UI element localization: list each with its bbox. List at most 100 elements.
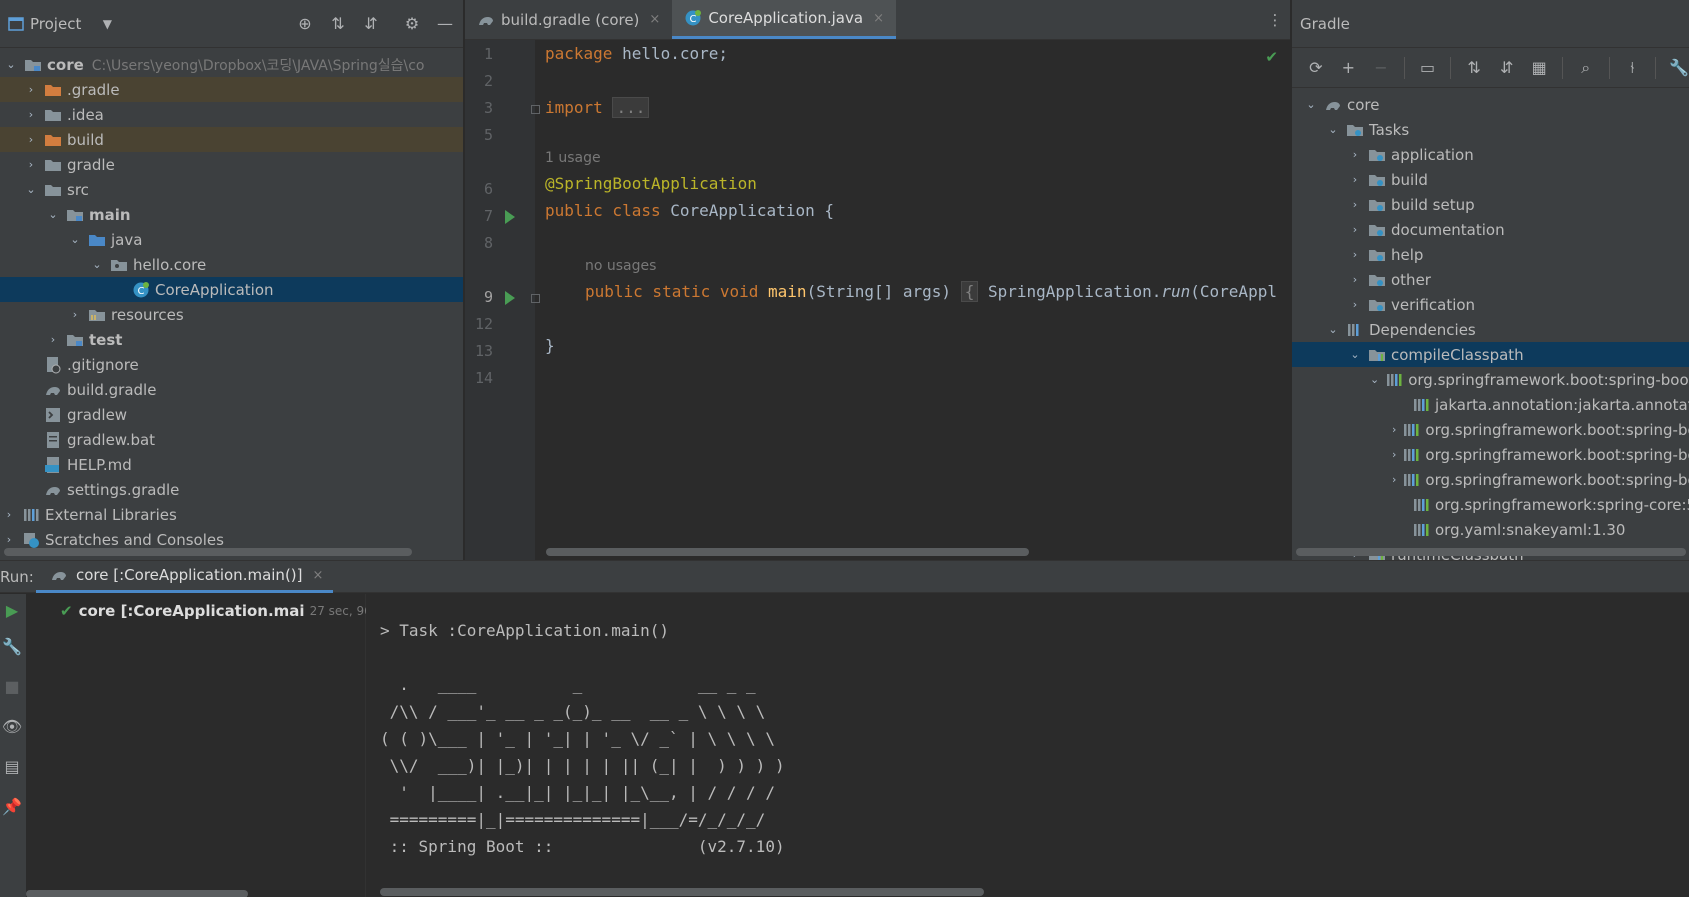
tree-item-main[interactable]: ⌄ main bbox=[0, 202, 463, 227]
tree-item-test[interactable]: › test bbox=[0, 327, 463, 352]
toggle-offline-icon[interactable]: ⫮ bbox=[1623, 58, 1643, 78]
gradle-item-dependency[interactable]: jakarta.annotation:jakarta.annotation- bbox=[1292, 392, 1689, 417]
chevron-right-icon[interactable]: › bbox=[1348, 298, 1362, 312]
collapse-all-icon[interactable]: ⇵ bbox=[361, 14, 381, 34]
chevron-right-icon[interactable]: › bbox=[1392, 473, 1396, 487]
chevron-down-icon[interactable]: ▼ bbox=[97, 14, 117, 34]
gradle-item-dependencies[interactable]: ⌄ Dependencies bbox=[1292, 317, 1689, 342]
chevron-right-icon[interactable]: › bbox=[24, 108, 38, 122]
fold-icon[interactable] bbox=[531, 294, 540, 303]
tree-item-gitignore[interactable]: .gitignore bbox=[0, 352, 463, 377]
chevron-right-icon[interactable]: › bbox=[2, 533, 16, 547]
chevron-down-icon[interactable]: ⌄ bbox=[68, 233, 82, 247]
fold-icon[interactable] bbox=[531, 105, 540, 114]
chevron-down-icon[interactable]: ⌄ bbox=[90, 258, 104, 272]
no-usages-hint[interactable]: no usages bbox=[585, 258, 656, 274]
tree-item-gradlew-bat[interactable]: gradlew.bat bbox=[0, 427, 463, 452]
chevron-right-icon[interactable]: › bbox=[68, 308, 82, 322]
code-line-3[interactable]: import ... bbox=[545, 97, 650, 118]
run-tab-core[interactable]: core [:CoreApplication.main()] × bbox=[36, 561, 334, 593]
tree-item-resources[interactable]: › resources bbox=[0, 302, 463, 327]
gradle-item-dependency[interactable]: › org.springframework.boot:spring-boo bbox=[1292, 417, 1689, 442]
gradle-item-compileclasspath[interactable]: ⌄ compileClasspath bbox=[1292, 342, 1689, 367]
code-line-1[interactable]: package hello.core; bbox=[545, 44, 728, 63]
code-line-6[interactable]: @SpringBootApplication bbox=[545, 174, 757, 193]
chevron-down-icon[interactable]: ⌄ bbox=[4, 58, 18, 72]
gradle-item-dependency[interactable]: › org.springframework.boot:spring-boo bbox=[1292, 467, 1689, 492]
folded-body-open[interactable]: { bbox=[960, 281, 979, 302]
stop-icon[interactable]: ■ bbox=[2, 676, 22, 696]
no-problems-check-icon[interactable]: ✔ bbox=[1265, 48, 1278, 66]
execute-task-icon[interactable]: ▭ bbox=[1418, 58, 1438, 78]
usage-hint[interactable]: 1 usage bbox=[545, 150, 601, 166]
chevron-down-icon[interactable]: ⌄ bbox=[1370, 373, 1379, 387]
chevron-right-icon[interactable]: › bbox=[1392, 448, 1396, 462]
chevron-right-icon[interactable]: › bbox=[1348, 248, 1362, 262]
chevron-down-icon[interactable]: ⌄ bbox=[24, 183, 38, 197]
run-task-item[interactable]: ✔ core [:CoreApplication.mai 27 sec, 969… bbox=[26, 598, 366, 623]
chevron-right-icon[interactable]: › bbox=[1348, 223, 1362, 237]
close-icon[interactable]: × bbox=[649, 12, 660, 27]
group-modules-icon[interactable]: ▦ bbox=[1529, 58, 1549, 78]
code-line-9[interactable]: public static void main(String[] args) {… bbox=[585, 281, 1277, 302]
tree-item-gradle[interactable]: › gradle bbox=[0, 152, 463, 177]
analyze-dependencies-icon[interactable]: ⌕ bbox=[1576, 58, 1596, 78]
tree-item-build-gradle[interactable]: build.gradle bbox=[0, 377, 463, 402]
wrench-icon[interactable]: 🔧 bbox=[1669, 58, 1689, 78]
gradle-item-dependency[interactable]: org.yaml:snakeyaml:1.30 bbox=[1292, 517, 1689, 542]
chevron-down-icon[interactable]: ⌄ bbox=[1348, 348, 1362, 362]
close-icon[interactable]: × bbox=[873, 11, 884, 26]
refresh-icon[interactable]: ⟳ bbox=[1306, 58, 1326, 78]
tree-item-idea[interactable]: › .idea bbox=[0, 102, 463, 127]
code-line-7[interactable]: public class CoreApplication { bbox=[545, 201, 834, 220]
gradle-item-core[interactable]: ⌄ core bbox=[1292, 92, 1689, 117]
code-line-13[interactable]: } bbox=[545, 336, 555, 355]
gradle-item-verification[interactable]: › verification bbox=[1292, 292, 1689, 317]
chevron-down-icon[interactable]: ⌄ bbox=[1326, 123, 1340, 137]
gradle-item-dependency[interactable]: ⌄ org.springframework.boot:spring-boot-s… bbox=[1292, 367, 1689, 392]
editor-scrollbar[interactable] bbox=[546, 548, 1029, 556]
remove-icon[interactable]: − bbox=[1371, 58, 1391, 78]
eye-icon[interactable]: 👁 bbox=[2, 716, 22, 736]
hide-icon[interactable]: — bbox=[435, 14, 455, 34]
gradle-item-tasks[interactable]: ⌄ Tasks bbox=[1292, 117, 1689, 142]
chevron-down-icon[interactable]: ⌄ bbox=[46, 208, 60, 222]
pin-icon[interactable]: 📌 bbox=[2, 796, 22, 816]
gradle-item-build-setup[interactable]: › build setup bbox=[1292, 192, 1689, 217]
chevron-right-icon[interactable]: › bbox=[24, 133, 38, 147]
locate-icon[interactable]: ⊕ bbox=[295, 14, 315, 34]
expand-all-icon[interactable]: ⇅ bbox=[328, 14, 348, 34]
console-output[interactable]: > Task :CoreApplication.main() . ____ _ … bbox=[380, 594, 1689, 897]
tree-item-java[interactable]: ⌄ java bbox=[0, 227, 463, 252]
add-icon[interactable]: + bbox=[1339, 58, 1359, 78]
tree-item-core[interactable]: ⌄ core C:\Users\yeong\Dropbox\코딩\JAVA\Sp… bbox=[0, 52, 463, 77]
gradle-item-documentation[interactable]: › documentation bbox=[1292, 217, 1689, 242]
tree-item-hello-core[interactable]: ⌄ hello.core bbox=[0, 252, 463, 277]
chevron-right-icon[interactable]: › bbox=[1348, 173, 1362, 187]
gradle-item-other[interactable]: › other bbox=[1292, 267, 1689, 292]
chevron-down-icon[interactable]: ⌄ bbox=[1304, 98, 1318, 112]
console-scrollbar[interactable] bbox=[380, 888, 984, 896]
gradle-item-application[interactable]: › application bbox=[1292, 142, 1689, 167]
close-icon[interactable]: × bbox=[313, 568, 324, 583]
tree-item-settings-gradle[interactable]: settings.gradle bbox=[0, 477, 463, 502]
tab-build-gradle[interactable]: build.gradle (core) × bbox=[465, 0, 672, 39]
run-icon[interactable] bbox=[505, 210, 515, 224]
gear-icon[interactable]: ⚙ bbox=[402, 14, 422, 34]
chevron-right-icon[interactable]: › bbox=[1392, 423, 1396, 437]
wrench-icon[interactable]: 🔧 bbox=[2, 636, 22, 656]
run-icon[interactable] bbox=[505, 291, 515, 305]
tree-item-src[interactable]: ⌄ src bbox=[0, 177, 463, 202]
project-scrollbar[interactable] bbox=[4, 548, 412, 556]
gradle-item-build[interactable]: › build bbox=[1292, 167, 1689, 192]
tree-item-dot-gradle[interactable]: › .gradle bbox=[0, 77, 463, 102]
tree-item-coreapplication[interactable]: C CoreApplication bbox=[0, 277, 463, 302]
rerun-icon[interactable]: ▶ bbox=[2, 600, 22, 620]
chevron-down-icon[interactable]: ⌄ bbox=[1326, 323, 1340, 337]
collapse-all-icon[interactable]: ⇵ bbox=[1497, 58, 1517, 78]
run-tree-scrollbar[interactable] bbox=[26, 890, 248, 897]
folded-imports[interactable]: ... bbox=[612, 97, 650, 118]
chevron-right-icon[interactable]: › bbox=[1348, 198, 1362, 212]
tree-item-help-md[interactable]: HELP.md bbox=[0, 452, 463, 477]
chevron-right-icon[interactable]: › bbox=[46, 333, 60, 347]
